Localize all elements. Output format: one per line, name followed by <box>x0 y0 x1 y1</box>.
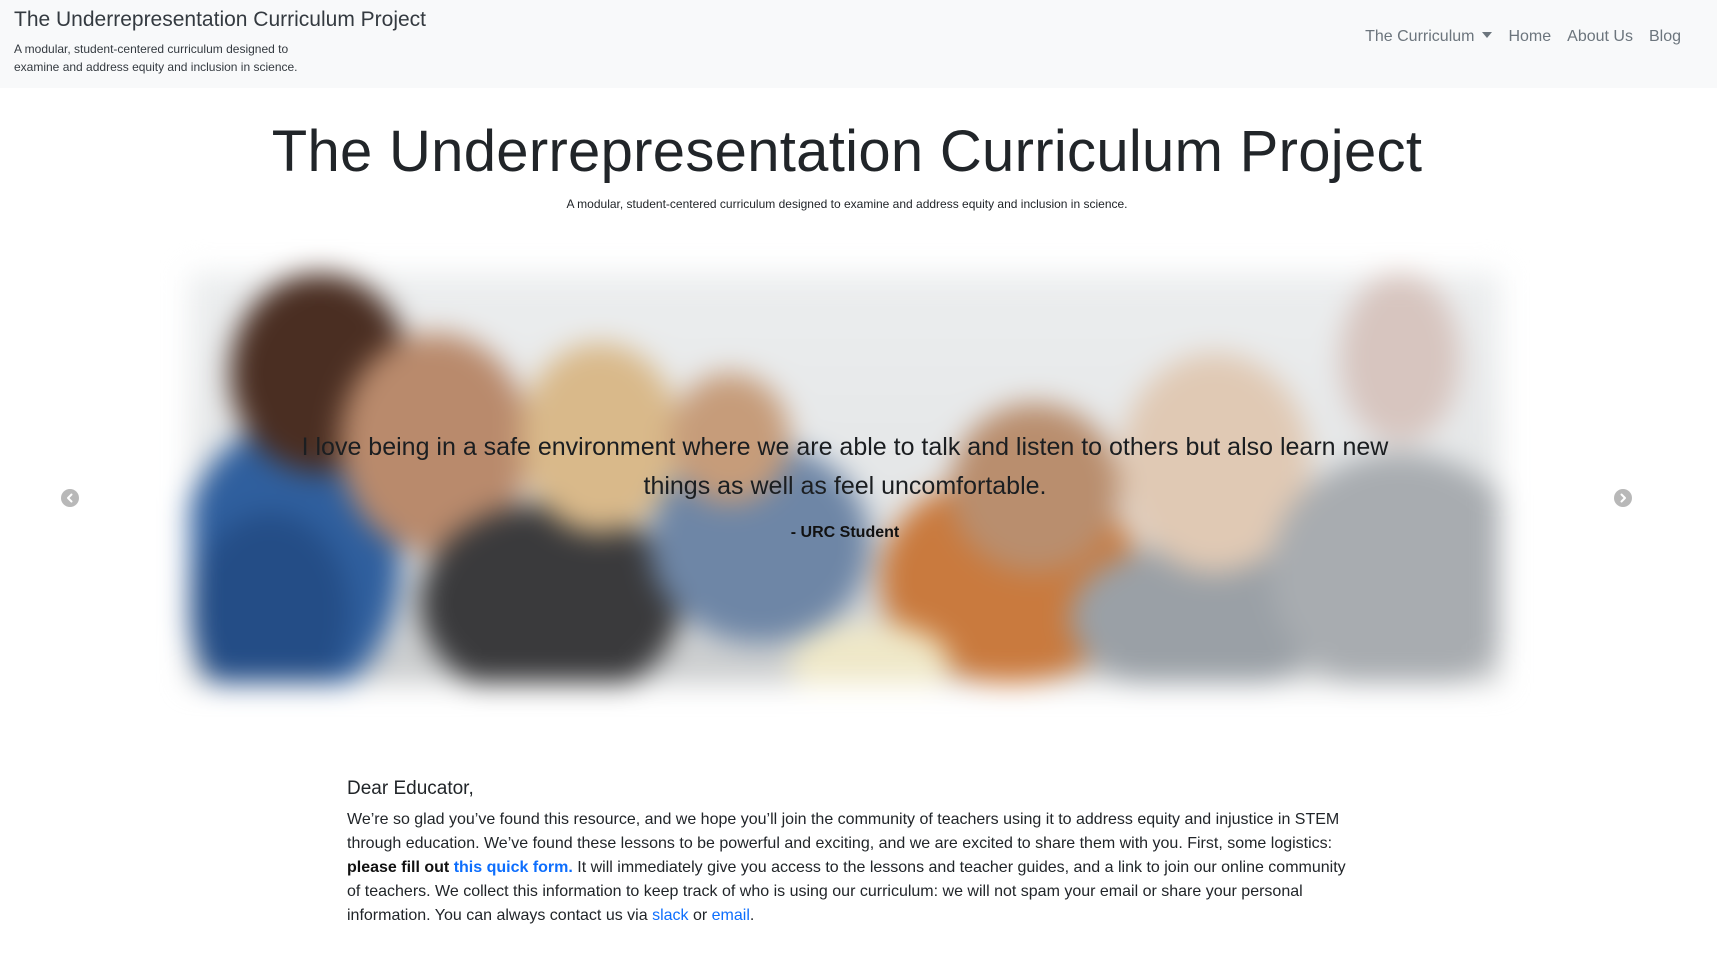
carousel-prev-button[interactable] <box>61 489 79 507</box>
letter-body: We’re so glad you’ve found this resource… <box>347 808 1357 928</box>
nav-home[interactable]: Home <box>1508 28 1551 46</box>
slack-link[interactable]: slack <box>652 907 688 924</box>
brand-tagline: A modular, student-centered curriculum d… <box>14 42 298 74</box>
quick-form-link[interactable]: this quick form. <box>454 859 573 876</box>
nav-blog[interactable]: Blog <box>1649 28 1681 46</box>
carousel-caption: I love being in a safe environment where… <box>270 428 1420 542</box>
testimonial-carousel: I love being in a safe environment where… <box>0 258 1717 718</box>
testimonial-quote: I love being in a safe environment where… <box>301 433 1389 500</box>
brand-title[interactable]: The Underrepresentation Curriculum Proje… <box>14 8 426 32</box>
chevron-left-icon <box>67 493 73 503</box>
nav-about-us[interactable]: About Us <box>1567 28 1633 46</box>
chevron-right-icon <box>1620 493 1626 503</box>
educator-letter: Dear Educator, We’re so glad you’ve foun… <box>347 778 1357 928</box>
caret-down-icon <box>1482 32 1493 38</box>
letter-cta-text: please fill out <box>347 859 454 876</box>
nav-curriculum-dropdown[interactable]: The Curriculum <box>1365 28 1493 46</box>
navbar: The Underrepresentation Curriculum Proje… <box>0 0 1717 88</box>
testimonial-attribution: - URC Student <box>790 524 900 541</box>
page-tagline: A modular, student-centered curriculum d… <box>566 197 1128 211</box>
email-link[interactable]: email <box>712 907 750 924</box>
letter-end-text: . <box>749 907 755 924</box>
letter-intro-text: We’re so glad you’ve found this resource… <box>347 811 1340 852</box>
page-title: The Underrepresentation Curriculum Proje… <box>271 119 1423 184</box>
letter-or-text: or <box>688 907 712 924</box>
nav-links: The Curriculum Home About Us Blog <box>1365 28 1681 46</box>
carousel-next-button[interactable] <box>1614 489 1632 507</box>
letter-greeting: Dear Educator, <box>347 778 474 799</box>
nav-curriculum-label: The Curriculum <box>1365 28 1475 45</box>
